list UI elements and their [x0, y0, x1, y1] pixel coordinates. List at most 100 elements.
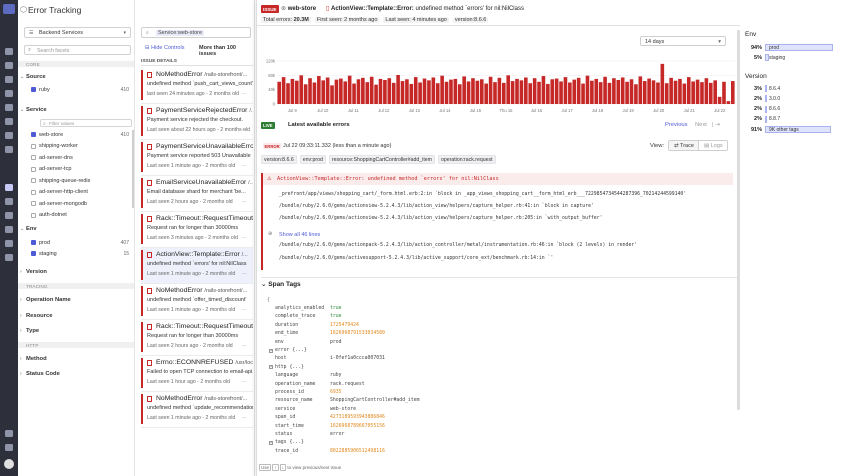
- checkbox[interactable]: [31, 155, 36, 160]
- facet-value-prod[interactable]: prod 407: [31, 239, 129, 247]
- facet-scrollbar[interactable]: [132, 130, 134, 208]
- expand-icon[interactable]: +: [269, 440, 273, 445]
- checkbox[interactable]: [31, 166, 36, 172]
- checkbox[interactable]: [31, 178, 36, 183]
- monitors-nav-icon[interactable]: [5, 118, 13, 125]
- facet-method[interactable]: › Method: [20, 356, 47, 362]
- stack-frame[interactable]: /bundle/ruby/2.6.0/gems/actionview-5.2.4…: [279, 204, 594, 209]
- next-button[interactable]: Next: [695, 122, 707, 128]
- error-tag[interactable]: env:prod: [299, 155, 326, 164]
- issue-row[interactable]: PaymentServiceUnavailableError Payment s…: [141, 140, 253, 176]
- more-options-icon[interactable]: ⋯: [242, 307, 247, 313]
- checkbox[interactable]: [31, 189, 36, 195]
- time-range-select[interactable]: 14 days ▾: [640, 36, 726, 46]
- apm-nav-icon[interactable]: [5, 184, 13, 191]
- issue-row[interactable]: Rack::Timeout::RequestTimeoutError Reque…: [141, 212, 253, 248]
- facet-value-staging[interactable]: staging 15: [31, 250, 129, 258]
- expand-icon[interactable]: +: [269, 365, 273, 370]
- facet-value-shipping-queue-redis[interactable]: shipping-queue-redis: [31, 177, 127, 185]
- checkbox[interactable]: [31, 143, 36, 149]
- cicd-nav-icon[interactable]: [5, 254, 13, 261]
- dashboards-nav-icon[interactable]: [5, 90, 13, 97]
- issue-row[interactable]: NoMethodError /rails-storefront/... undef…: [141, 392, 253, 428]
- issue-search-input[interactable]: ⌕ Service:web-store: [141, 27, 251, 38]
- issue-row[interactable]: NoMethodError /rails-storefront/... undef…: [141, 68, 253, 104]
- error-tag[interactable]: version:8.6.6: [261, 155, 297, 164]
- distribution-row[interactable]: 94% prod: [745, 44, 843, 52]
- pager-end-icons[interactable]: | ⇥: [712, 122, 720, 128]
- search-chip[interactable]: Service:web-store: [156, 30, 205, 36]
- view-logs-button[interactable]: ▤ Logs: [699, 141, 728, 150]
- issue-row[interactable]: Rack::Timeout::RequestTimeoutError Reque…: [141, 320, 253, 356]
- hide-controls-button[interactable]: ⊟ Hide Controls: [145, 45, 184, 51]
- error-tag[interactable]: operation:rack.request: [437, 155, 496, 164]
- detail-service[interactable]: ⊛ web-store: [281, 5, 316, 12]
- facet-operation-name[interactable]: › Operation Name: [20, 297, 71, 303]
- facet-source[interactable]: ⌄ Source: [20, 74, 46, 80]
- facet-value-shipping-worker[interactable]: shipping-worker: [31, 143, 127, 151]
- checkbox[interactable]: [31, 251, 36, 256]
- stack-frame[interactable]: /bundle/ruby/2.6.0/gems/actionpack-5.2.4…: [279, 243, 637, 248]
- more-options-icon[interactable]: ⋯: [242, 235, 247, 241]
- checkbox[interactable]: [31, 240, 36, 245]
- more-options-icon[interactable]: ⋯: [242, 379, 247, 385]
- issue-row[interactable]: NoMethodError /rails-storefront/... undef…: [141, 284, 253, 320]
- user-avatar[interactable]: [4, 459, 14, 469]
- facet-type[interactable]: › Type: [20, 328, 39, 334]
- service-filter-input[interactable]: ⌕ Filter values: [40, 119, 132, 127]
- error-tag[interactable]: resource:ShoppingCartController#add_item: [328, 155, 435, 164]
- facet-version[interactable]: › Version: [20, 269, 47, 275]
- previous-button[interactable]: Previous: [665, 122, 688, 128]
- issue-row[interactable]: EmailServiceUnavailableError /... Email d…: [141, 176, 253, 212]
- facet-value-ruby[interactable]: ruby 410: [31, 86, 129, 94]
- more-options-icon[interactable]: ⋯: [242, 91, 247, 97]
- stack-frame[interactable]: /bundle/ruby/2.6.0/gems/actionview-5.2.4…: [279, 216, 602, 221]
- checkbox[interactable]: [31, 212, 36, 218]
- expand-icon[interactable]: +: [269, 348, 273, 353]
- logs-nav-icon[interactable]: [5, 212, 13, 219]
- metrics-nav-icon[interactable]: [5, 132, 13, 139]
- search-nav-icon[interactable]: [5, 48, 13, 55]
- facet-value-ad-server-dns[interactable]: ad-server-dns: [31, 154, 127, 162]
- checkbox[interactable]: [31, 132, 36, 137]
- facet-search-input[interactable]: ⌕ Search facets: [24, 45, 131, 55]
- more-options-icon[interactable]: ⋯: [242, 271, 247, 277]
- facet-value-auth-dotnet[interactable]: auth-dotnet: [31, 212, 127, 220]
- integrations-nav-icon[interactable]: [5, 146, 13, 153]
- issue-row[interactable]: PaymentServiceRejectedError /... Payment …: [141, 104, 253, 140]
- ux-monitoring-nav-icon[interactable]: [5, 240, 13, 247]
- security-nav-icon[interactable]: [5, 226, 13, 233]
- stack-frame[interactable]: /bundle/ruby/2.6.0/gems/activesupport-5.…: [279, 256, 553, 261]
- distribution-row[interactable]: 2% 3.0.0: [745, 95, 843, 103]
- checkbox[interactable]: [31, 201, 36, 206]
- notebooks-nav-icon[interactable]: [5, 198, 13, 205]
- facet-value-ad-server-http-client[interactable]: ad-server-http-client: [31, 189, 127, 197]
- settings-nav-icon[interactable]: [5, 444, 13, 451]
- facet-value-ad-server-mongodb[interactable]: ad-server-mongodb: [31, 200, 127, 208]
- checkbox[interactable]: [31, 87, 36, 92]
- more-options-icon[interactable]: ⋯: [242, 127, 247, 133]
- issue-row[interactable]: ActionView::Template::Error /... undefine…: [141, 248, 253, 284]
- distribution-row[interactable]: 91% 9K other tags: [745, 126, 843, 134]
- distribution-row[interactable]: 5% staging: [745, 54, 843, 62]
- view-trace-button[interactable]: ⇄ Trace: [669, 141, 699, 150]
- help-nav-icon[interactable]: [5, 430, 13, 437]
- distribution-row[interactable]: 2% 8.8.7: [745, 115, 843, 124]
- logo-icon[interactable]: [3, 4, 15, 14]
- facet-service[interactable]: ⌄ Service: [20, 107, 47, 113]
- distribution-row[interactable]: 2% 8.6.6: [745, 105, 843, 114]
- issue-row[interactable]: Errno::ECONNREFUSED /usr/local/...Failed…: [141, 356, 253, 392]
- stack-frame[interactable]: _prefront/app/views/shopping_cart/_form.…: [279, 192, 686, 197]
- distribution-row[interactable]: 3% 8.6.4: [745, 85, 843, 93]
- more-options-icon[interactable]: ⋯: [242, 199, 247, 205]
- more-options-icon[interactable]: ⋯: [242, 163, 247, 169]
- facet-value-ad-server-tcp[interactable]: ad-server-tcp: [31, 166, 127, 174]
- events-nav-icon[interactable]: [5, 76, 13, 83]
- watchdog-nav-icon[interactable]: [5, 62, 13, 69]
- infrastructure-nav-icon[interactable]: [5, 104, 13, 111]
- more-options-icon[interactable]: ⋯: [242, 415, 247, 421]
- span-tags-header[interactable]: ⌄ Span Tags: [261, 277, 737, 288]
- service-scope-select[interactable]: ☰ Backend Services ▾: [24, 27, 131, 38]
- facet-value-web-store[interactable]: web-store 410: [31, 131, 129, 139]
- facet-status-code[interactable]: › Status Code: [20, 371, 60, 377]
